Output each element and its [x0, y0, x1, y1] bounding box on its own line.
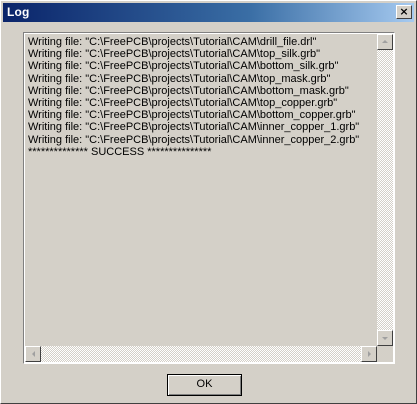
scroll-left-button[interactable]	[25, 346, 41, 362]
scrollbar-corner	[377, 346, 393, 362]
scroll-up-button[interactable]	[377, 34, 393, 50]
scroll-down-arrow-icon	[382, 337, 388, 340]
log-line: Writing file: "C:\FreePCB\projects\Tutor…	[28, 48, 321, 61]
log-line: Writing file: "C:\FreePCB\projects\Tutor…	[28, 97, 338, 110]
scroll-left-arrow-icon	[32, 351, 35, 357]
scroll-down-button[interactable]	[377, 330, 393, 346]
scroll-right-arrow-icon	[368, 351, 371, 357]
window-title: Log	[7, 5, 30, 19]
close-button[interactable]: ×	[396, 5, 412, 19]
log-line: ************** SUCCESS ***************	[28, 145, 212, 158]
log-line: Writing file: "C:\FreePCB\projects\Tutor…	[28, 84, 349, 97]
log-listbox[interactable]: Writing file: "C:\FreePCB\projects\Tutor…	[23, 32, 395, 364]
log-line: Writing file: "C:\FreePCB\projects\Tutor…	[28, 72, 331, 85]
horizontal-scrollbar[interactable]	[25, 346, 377, 362]
log-dialog: Log × Writing file: "C:\FreePCB\projects…	[0, 0, 417, 404]
log-line: Writing file: "C:\FreePCB\projects\Tutor…	[28, 109, 356, 122]
log-line: Writing file: "C:\FreePCB\projects\Tutor…	[28, 60, 339, 73]
log-listbox-content: Writing file: "C:\FreePCB\projects\Tutor…	[25, 34, 393, 362]
log-line: Writing file: "C:\FreePCB\projects\Tutor…	[28, 36, 317, 48]
scroll-up-arrow-icon	[382, 40, 388, 43]
vertical-scrollbar[interactable]	[377, 34, 393, 346]
ok-button[interactable]: OK	[167, 374, 242, 396]
title-bar[interactable]: Log ×	[3, 3, 414, 22]
scroll-right-button[interactable]	[361, 346, 377, 362]
log-lines: Writing file: "C:\FreePCB\projects\Tutor…	[28, 36, 376, 345]
close-icon: ×	[399, 5, 409, 18]
log-line: Writing file: "C:\FreePCB\projects\Tutor…	[28, 121, 360, 134]
log-line: Writing file: "C:\FreePCB\projects\Tutor…	[28, 133, 360, 146]
